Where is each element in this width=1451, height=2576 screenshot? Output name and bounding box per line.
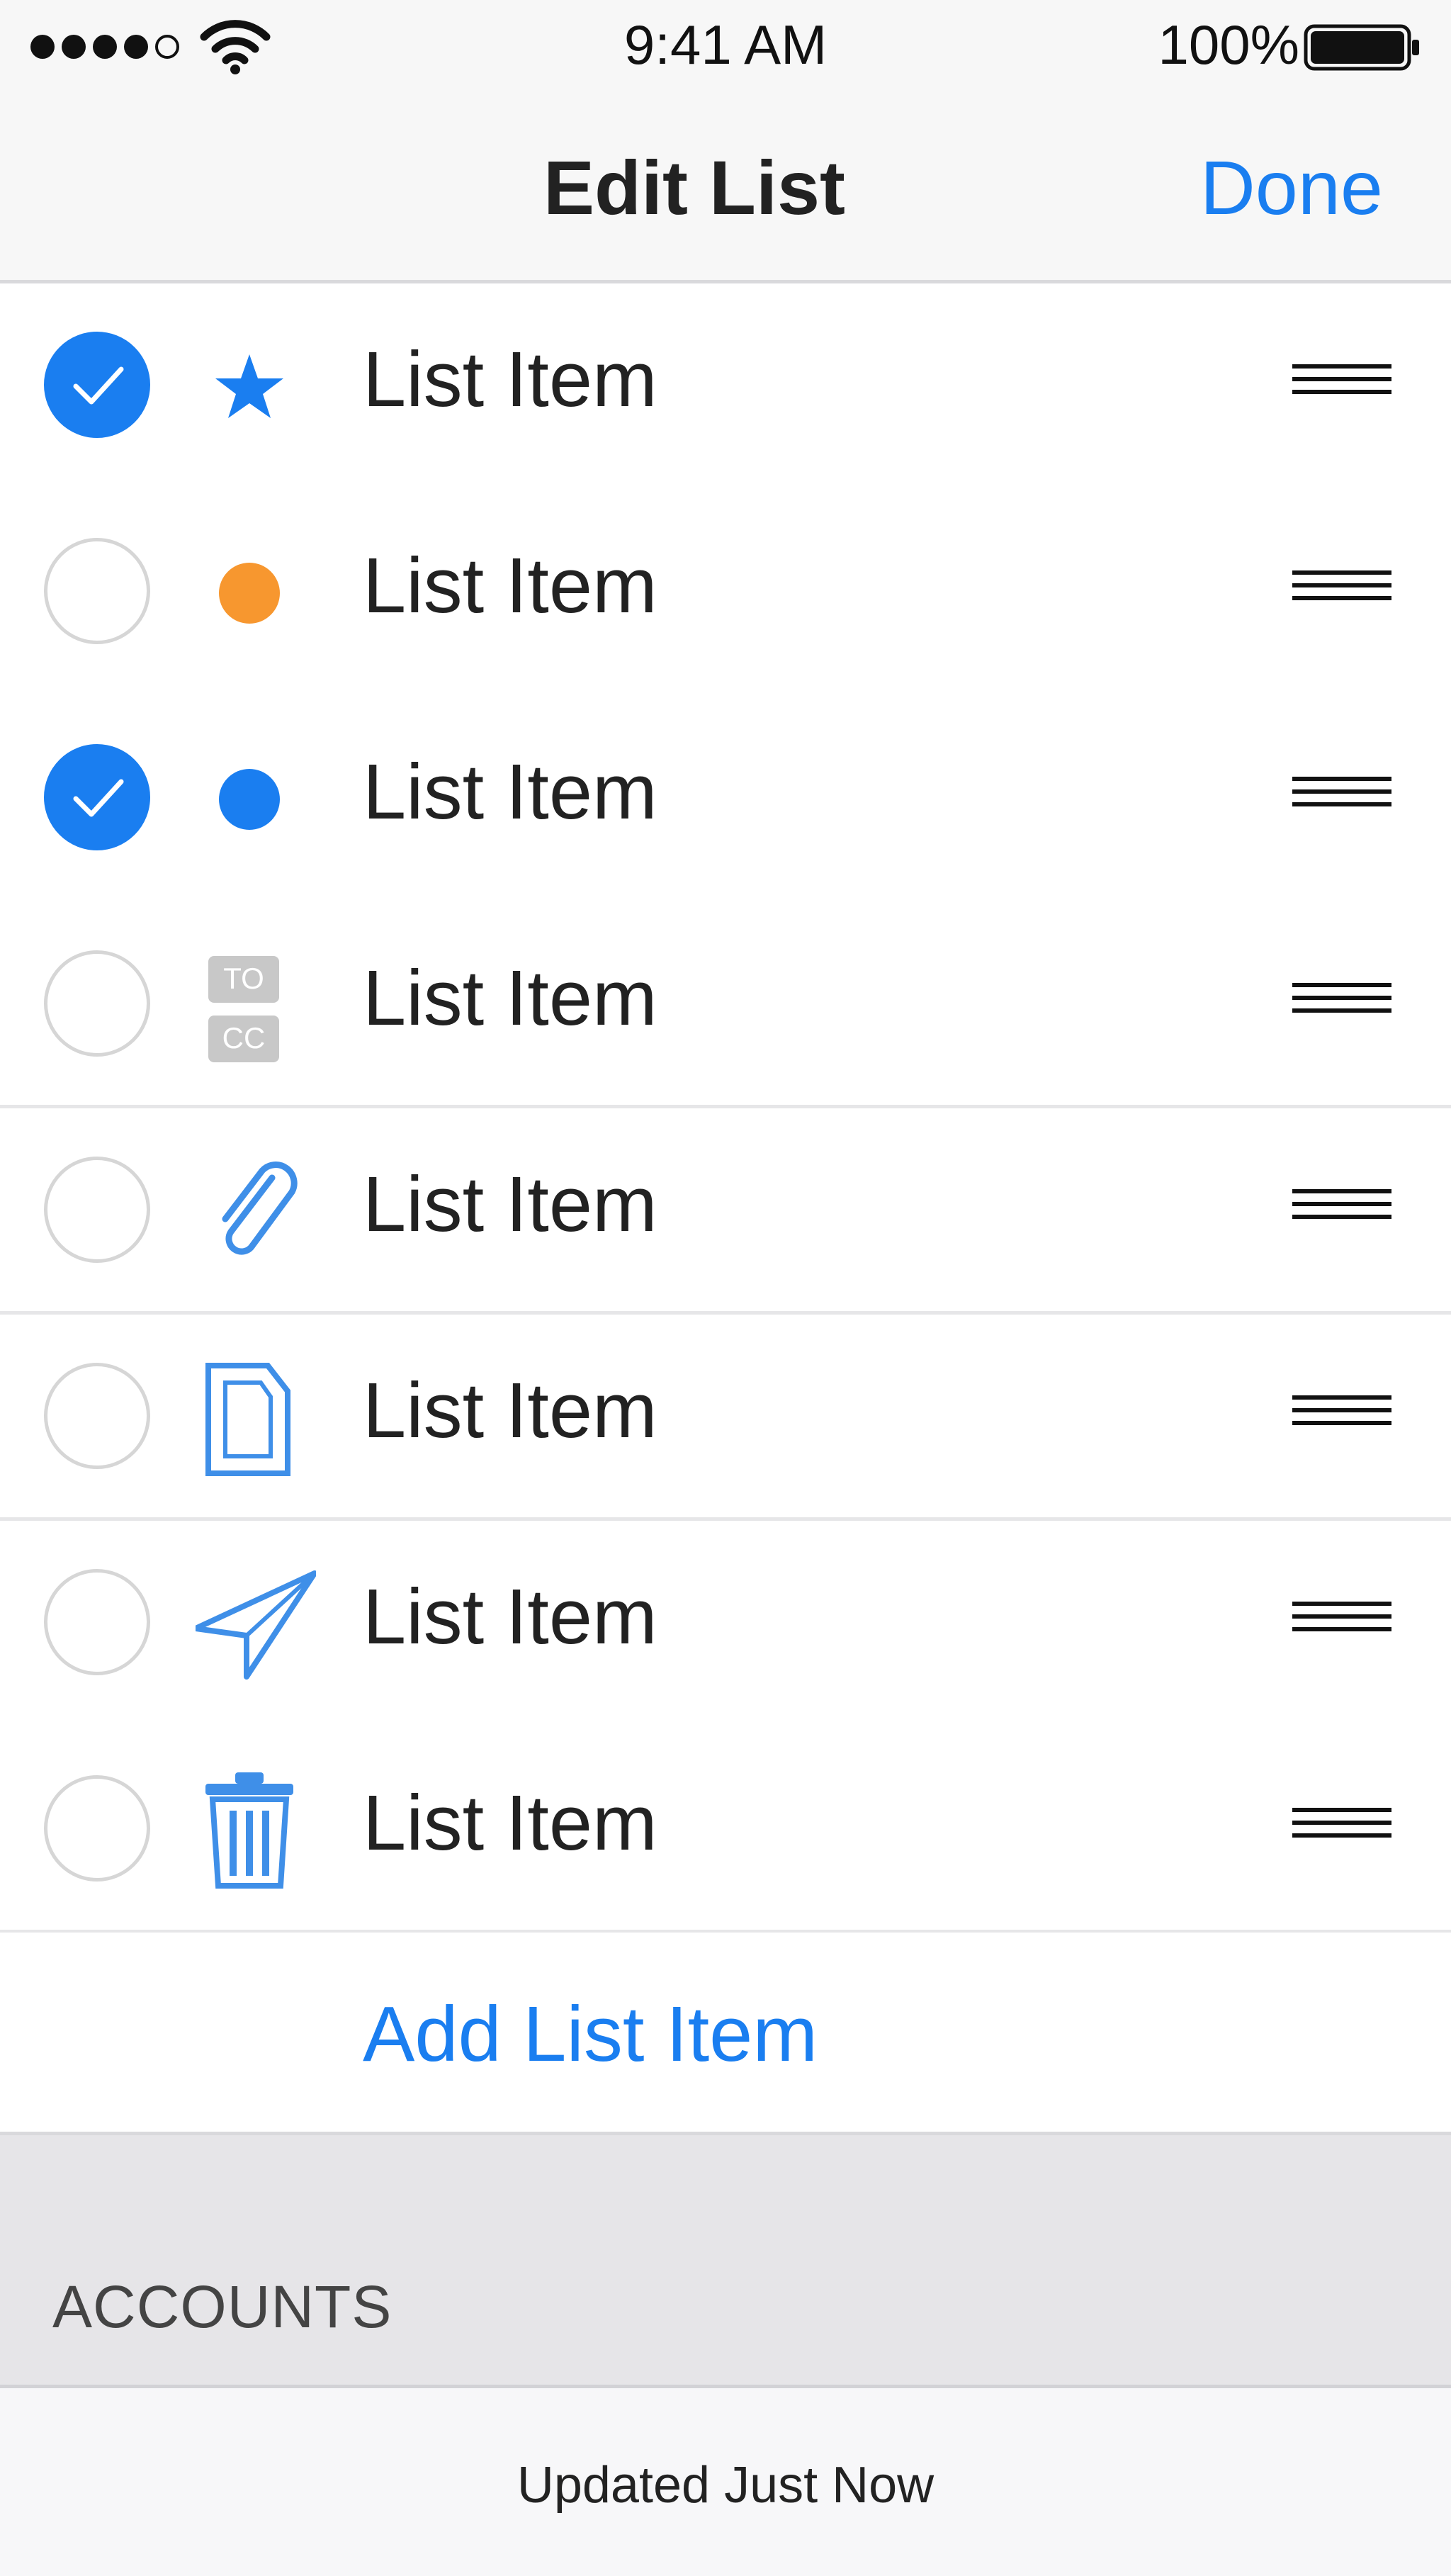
blue-dot-icon	[219, 769, 280, 830]
add-list-item-button[interactable]: Add List Item	[363, 1989, 818, 2079]
checkbox-unchecked[interactable]	[44, 1775, 150, 1882]
to-label: TO	[223, 962, 264, 995]
list-item[interactable]: List Item	[0, 1727, 1451, 1933]
list-item-label: List Item	[363, 1367, 657, 1454]
reorder-grip-icon[interactable]	[1292, 983, 1391, 1025]
status-bar: 9:41 AM 100%	[0, 0, 1451, 91]
checkmark-icon	[73, 779, 124, 817]
list-item[interactable]: List Item	[0, 283, 1451, 490]
list-item[interactable]: TO CC List Item	[0, 902, 1451, 1108]
list-item-label: List Item	[363, 336, 657, 423]
list-item[interactable]: List Item	[0, 696, 1451, 902]
checkbox-unchecked[interactable]	[44, 1363, 150, 1469]
list-item-label: List Item	[363, 1779, 657, 1867]
footer-toolbar: Updated Just Now	[0, 2388, 1451, 2576]
add-list-item-row[interactable]: Add List Item	[0, 1933, 1451, 2135]
orange-dot-icon	[219, 563, 280, 624]
page-title: Edit List	[543, 145, 845, 230]
list-item[interactable]: List Item	[0, 490, 1451, 696]
checkbox-unchecked[interactable]	[44, 950, 150, 1057]
update-status: Updated Just Now	[516, 2457, 935, 2514]
checkmark-icon	[73, 366, 124, 405]
battery-percentage: 100%	[1158, 13, 1300, 76]
section-title: ACCOUNTS	[52, 2273, 393, 2340]
reorder-grip-icon[interactable]	[1292, 570, 1391, 613]
accounts-section-header: ACCOUNTS	[0, 2135, 1451, 2388]
paperclip-icon	[222, 1162, 298, 1255]
to-cc-icon: TO CC	[208, 956, 279, 1062]
checkbox-checked[interactable]	[44, 332, 150, 438]
done-button[interactable]: Done	[1200, 143, 1383, 232]
reorder-grip-icon[interactable]	[1292, 1189, 1391, 1232]
list-item[interactable]: List Item	[0, 1108, 1451, 1315]
checkbox-unchecked[interactable]	[44, 1569, 150, 1675]
checkbox-unchecked[interactable]	[44, 538, 150, 644]
cc-label: CC	[222, 1021, 266, 1054]
list-item-label: List Item	[363, 1161, 657, 1248]
trash-icon	[205, 1772, 293, 1889]
edit-list: List Item List Item List Item TO CC List…	[0, 283, 1451, 1933]
star-icon	[215, 354, 283, 418]
list-item-label: List Item	[363, 542, 657, 629]
battery-full-icon	[1304, 24, 1419, 71]
list-item-label: List Item	[363, 955, 657, 1042]
paper-plane-icon	[196, 1570, 316, 1680]
list-item-label: List Item	[363, 748, 657, 836]
reorder-grip-icon[interactable]	[1292, 1395, 1391, 1438]
reorder-grip-icon[interactable]	[1292, 1602, 1391, 1644]
reorder-grip-icon[interactable]	[1292, 777, 1391, 819]
checkbox-unchecked[interactable]	[44, 1157, 150, 1263]
document-icon	[205, 1363, 290, 1476]
reorder-grip-icon[interactable]	[1292, 364, 1391, 407]
list-item[interactable]: List Item	[0, 1315, 1451, 1521]
navigation-bar: Edit List Done	[0, 91, 1451, 283]
reorder-grip-icon[interactable]	[1292, 1808, 1391, 1850]
checkbox-checked[interactable]	[44, 744, 150, 850]
list-item[interactable]: List Item	[0, 1521, 1451, 1727]
list-item-label: List Item	[363, 1573, 657, 1660]
